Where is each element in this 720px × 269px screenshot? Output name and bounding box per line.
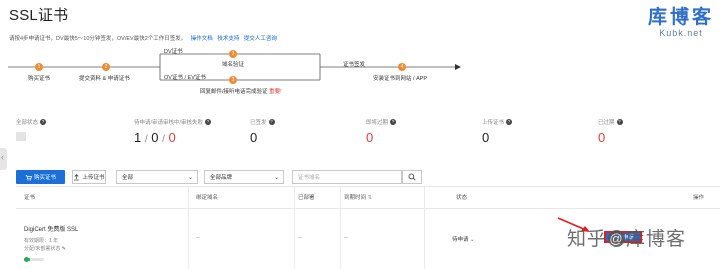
bound-domain-value: -- bbox=[196, 235, 200, 241]
chevron-down-icon: ⌄ bbox=[187, 175, 193, 181]
chevron-down-icon: ⌄ bbox=[273, 175, 279, 181]
status-select[interactable]: 全部 ⌄ bbox=[116, 170, 198, 184]
stat-label: 全部状态 bbox=[16, 120, 39, 126]
stat-expired[interactable]: 已过期? 0 bbox=[598, 118, 623, 145]
chevron-down-icon: ⌄ bbox=[470, 237, 475, 243]
step-3-ov-badge: 3 bbox=[229, 76, 237, 84]
stat-value: 0 bbox=[598, 130, 606, 145]
upload-certificate-label: 上传证书 bbox=[82, 175, 105, 181]
th-actions: 操作 bbox=[693, 195, 705, 201]
step-3-dv-badge: 3 bbox=[229, 50, 237, 58]
step-3-ov-label: 回复邮件/接听电话完成验证 重要! bbox=[200, 89, 282, 95]
search-button[interactable] bbox=[402, 170, 422, 184]
stat-pending[interactable]: 待申请/审请审核中/审核失败? 1 / 0 / 0 bbox=[134, 118, 212, 145]
page-title: SSL证书 bbox=[9, 7, 69, 24]
watermark-sub: Kubk.net bbox=[659, 28, 703, 38]
deployed-value: -- bbox=[298, 235, 302, 241]
search-icon bbox=[408, 173, 416, 181]
status-dropdown[interactable]: 待申请 ⌄ bbox=[452, 235, 475, 243]
watermark-main: 库博客 bbox=[647, 7, 714, 28]
stat-label: 即将过期 bbox=[366, 120, 389, 126]
watermark-bottom: 知乎 @ 库博客 bbox=[567, 229, 687, 250]
step-3-dv-label: 域名验证 bbox=[222, 62, 245, 68]
sort-icon[interactable]: ⇅ bbox=[368, 195, 373, 201]
important-tag: 重要! bbox=[269, 89, 282, 95]
help-icon[interactable]: ? bbox=[40, 119, 47, 125]
th-expires[interactable]: 到期时间 ⇅ bbox=[344, 193, 372, 201]
status-dot bbox=[24, 257, 29, 262]
certificate-name[interactable]: DigiCert 免费版 SSL bbox=[24, 224, 78, 233]
step-1-badge: 1 bbox=[35, 63, 43, 71]
th-deployed: 已部署 bbox=[298, 195, 315, 201]
watermark-logo: 库博客 Kubk.net bbox=[647, 7, 714, 39]
table-header: 证书 绑定域名 已部署 到期时间 ⇅ 状态 操作 bbox=[16, 187, 720, 209]
stats-row: 全部状态? 待申请/审请审核中/审核失败? 1 / 0 / 0 已签发? 0 即… bbox=[0, 118, 720, 160]
stat-label: 待申请/审请审核中/审核失败 bbox=[134, 120, 204, 126]
stat-placeholder bbox=[16, 132, 26, 141]
help-icon[interactable]: ? bbox=[616, 119, 623, 125]
stat-uploaded[interactable]: 上传证书? 0 bbox=[482, 118, 513, 145]
cart-icon bbox=[25, 174, 32, 181]
certificate-deploy-meta: 分配/未部署状态 ✎ bbox=[24, 246, 66, 252]
brand-select[interactable]: 全部品牌 ⌄ bbox=[204, 170, 284, 184]
process-flow: 1 购买证书 2 提交资料 & 申请证书 DV证书 3 域名验证 OV证书 / … bbox=[0, 44, 470, 100]
step-2-label: 提交资料 & 申请证书 bbox=[79, 76, 130, 82]
step-4-badge: 4 bbox=[398, 63, 406, 71]
buy-certificate-button[interactable]: 购买证书 bbox=[16, 170, 65, 184]
stat-label: 上传证书 bbox=[482, 120, 505, 126]
step-2-badge: 2 bbox=[102, 63, 110, 71]
stat-issued[interactable]: 已签发? 0 bbox=[250, 118, 275, 145]
th-status: 状态 bbox=[456, 195, 468, 201]
help-icon[interactable]: ? bbox=[205, 119, 212, 125]
stat-label: 已过期 bbox=[598, 120, 615, 126]
stat-value: 1 / 0 / 0 bbox=[134, 130, 176, 145]
issue-label: 证书签发 bbox=[343, 62, 366, 68]
th-certificate: 证书 bbox=[24, 195, 36, 201]
buy-certificate-label: 购买证书 bbox=[33, 175, 56, 181]
edit-icon[interactable]: ✎ bbox=[62, 246, 66, 252]
notice-link-support[interactable]: 技术支持 bbox=[217, 36, 239, 42]
notice-bar: 请按4步申请证书，DV最快5～10分钟签发，OV/EV最快2个工作日签发。 操作… bbox=[9, 34, 277, 42]
stat-value: 0 bbox=[482, 130, 490, 145]
help-icon[interactable]: ? bbox=[268, 119, 275, 125]
stat-all-status[interactable]: 全部状态? bbox=[16, 118, 47, 141]
step-1-label: 购买证书 bbox=[28, 76, 51, 82]
status-value: 待申请 bbox=[452, 237, 469, 243]
step-4-label: 安装证书到网站 / APP bbox=[373, 76, 428, 82]
help-icon[interactable]: ? bbox=[506, 119, 513, 125]
brand-select-value: 全部品牌 bbox=[210, 175, 233, 181]
certificate-validity: 有效期限：1 年 bbox=[24, 238, 59, 244]
stat-value: 0 bbox=[250, 130, 258, 145]
stat-label: 已签发 bbox=[250, 120, 267, 126]
notice-link-docs[interactable]: 操作文档 bbox=[191, 36, 213, 42]
branch-ov-ev-label: OV证书 / EV证书 bbox=[164, 75, 206, 81]
notice-link-consult[interactable]: 提交人工咨询 bbox=[244, 36, 277, 42]
stat-expiring[interactable]: 即将过期? 0 bbox=[366, 118, 397, 145]
status-select-value: 全部 bbox=[122, 175, 134, 181]
collapse-handle[interactable] bbox=[0, 148, 7, 170]
help-icon[interactable]: ? bbox=[390, 119, 397, 125]
upload-icon bbox=[74, 173, 80, 180]
upload-certificate-button[interactable]: 上传证书 bbox=[72, 170, 106, 184]
stat-value: 0 bbox=[366, 130, 374, 145]
notice-text: 请按4步申请证书，DV最快5～10分钟签发，OV/EV最快2个工作日签发。 bbox=[9, 36, 187, 42]
branch-dv-label: DV证书 bbox=[164, 49, 183, 55]
expires-value: -- bbox=[344, 235, 348, 241]
search-input[interactable]: 证书域名 bbox=[292, 170, 402, 184]
th-bound-domain: 绑定域名 bbox=[196, 195, 219, 201]
